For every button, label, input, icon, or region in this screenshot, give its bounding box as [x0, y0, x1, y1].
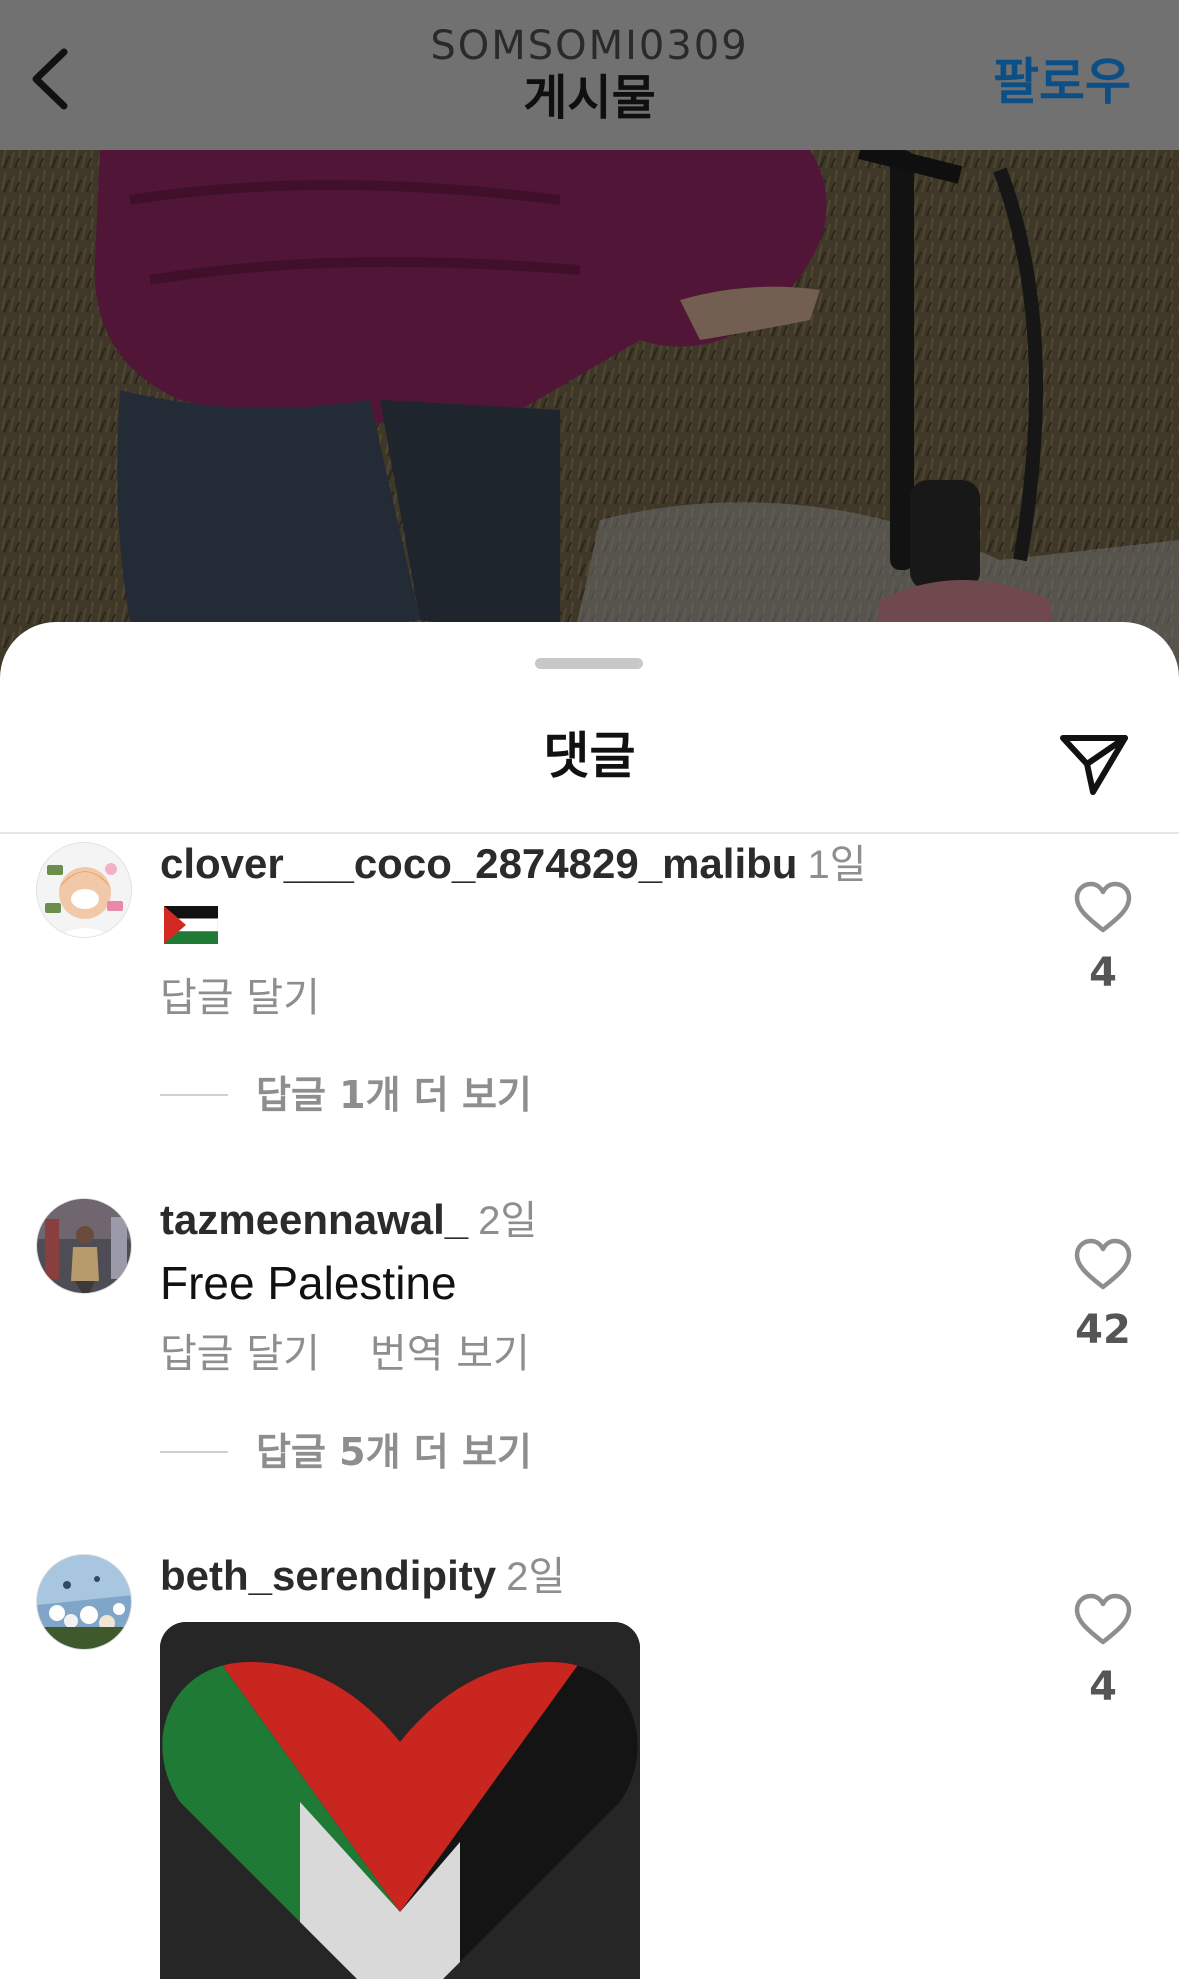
avatar-image — [37, 1199, 131, 1293]
more-replies-label: 답글 1개 더 보기 — [256, 1073, 532, 1117]
comment-username[interactable]: clover___coco_2874829_malibu — [160, 840, 797, 887]
comment-actions: 답글 달기 번역 보기 — [160, 1328, 530, 1380]
comment-header: tazmeennawal_ 2일 — [160, 1192, 537, 1248]
comment-image[interactable] — [160, 1622, 640, 1979]
sheet-divider — [0, 832, 1179, 834]
like-button[interactable] — [1073, 1592, 1133, 1648]
comments-sheet: 댓글 clover___coco_2874829_malibu 1일 답글 달기… — [0, 622, 1179, 1979]
comment-text: Free Palestine — [160, 1257, 457, 1309]
avatar[interactable] — [36, 1198, 132, 1294]
comment-header: clover___coco_2874829_malibu 1일 — [160, 836, 866, 892]
comment-time: 2일 — [478, 1199, 538, 1243]
top-nav-bar: SOMSOMI0309 게시물 팔로우 — [0, 0, 1179, 150]
palestine-flag-heart-image — [160, 1622, 640, 1979]
comment-actions: 답글 달기 — [160, 972, 320, 1024]
comment-header: beth_serendipity 2일 — [160, 1548, 565, 1604]
reply-button[interactable]: 답글 달기 — [160, 975, 320, 1021]
view-more-replies[interactable]: 답글 5개 더 보기 — [160, 1427, 532, 1477]
avatar[interactable] — [36, 1554, 132, 1650]
comment-time: 1일 — [807, 843, 867, 887]
more-replies-line — [160, 1094, 228, 1096]
sheet-grabber[interactable] — [535, 658, 643, 669]
comment-username[interactable]: tazmeennawal_ — [160, 1196, 468, 1243]
view-more-replies[interactable]: 답글 1개 더 보기 — [160, 1070, 532, 1120]
palestine-flag-icon — [164, 906, 218, 944]
heart-icon — [1074, 1593, 1132, 1645]
more-replies-line — [160, 1451, 228, 1453]
sheet-title: 댓글 — [543, 727, 636, 785]
like-count: 4 — [1089, 950, 1117, 996]
avatar[interactable] — [36, 842, 132, 938]
heart-icon — [1074, 881, 1132, 933]
avatar-image — [37, 1555, 131, 1649]
send-icon — [1060, 735, 1128, 795]
heart-icon — [1074, 1238, 1132, 1290]
like-button[interactable] — [1073, 880, 1133, 936]
comment-username[interactable]: beth_serendipity — [160, 1552, 496, 1599]
follow-button[interactable]: 팔로우 — [993, 50, 1131, 114]
like-count: 42 — [1075, 1307, 1131, 1353]
see-translation-button[interactable]: 번역 보기 — [370, 1331, 530, 1377]
avatar-image — [37, 843, 131, 937]
like-count: 4 — [1089, 1664, 1117, 1710]
like-button[interactable] — [1073, 1237, 1133, 1293]
reply-button[interactable]: 답글 달기 — [160, 1331, 320, 1377]
comment-time: 2일 — [506, 1555, 566, 1599]
more-replies-label: 답글 5개 더 보기 — [256, 1430, 532, 1474]
share-button[interactable] — [1059, 732, 1129, 796]
screen: SOMSOMI0309 게시물 팔로우 댓글 clover___coco_287… — [0, 0, 1179, 1979]
